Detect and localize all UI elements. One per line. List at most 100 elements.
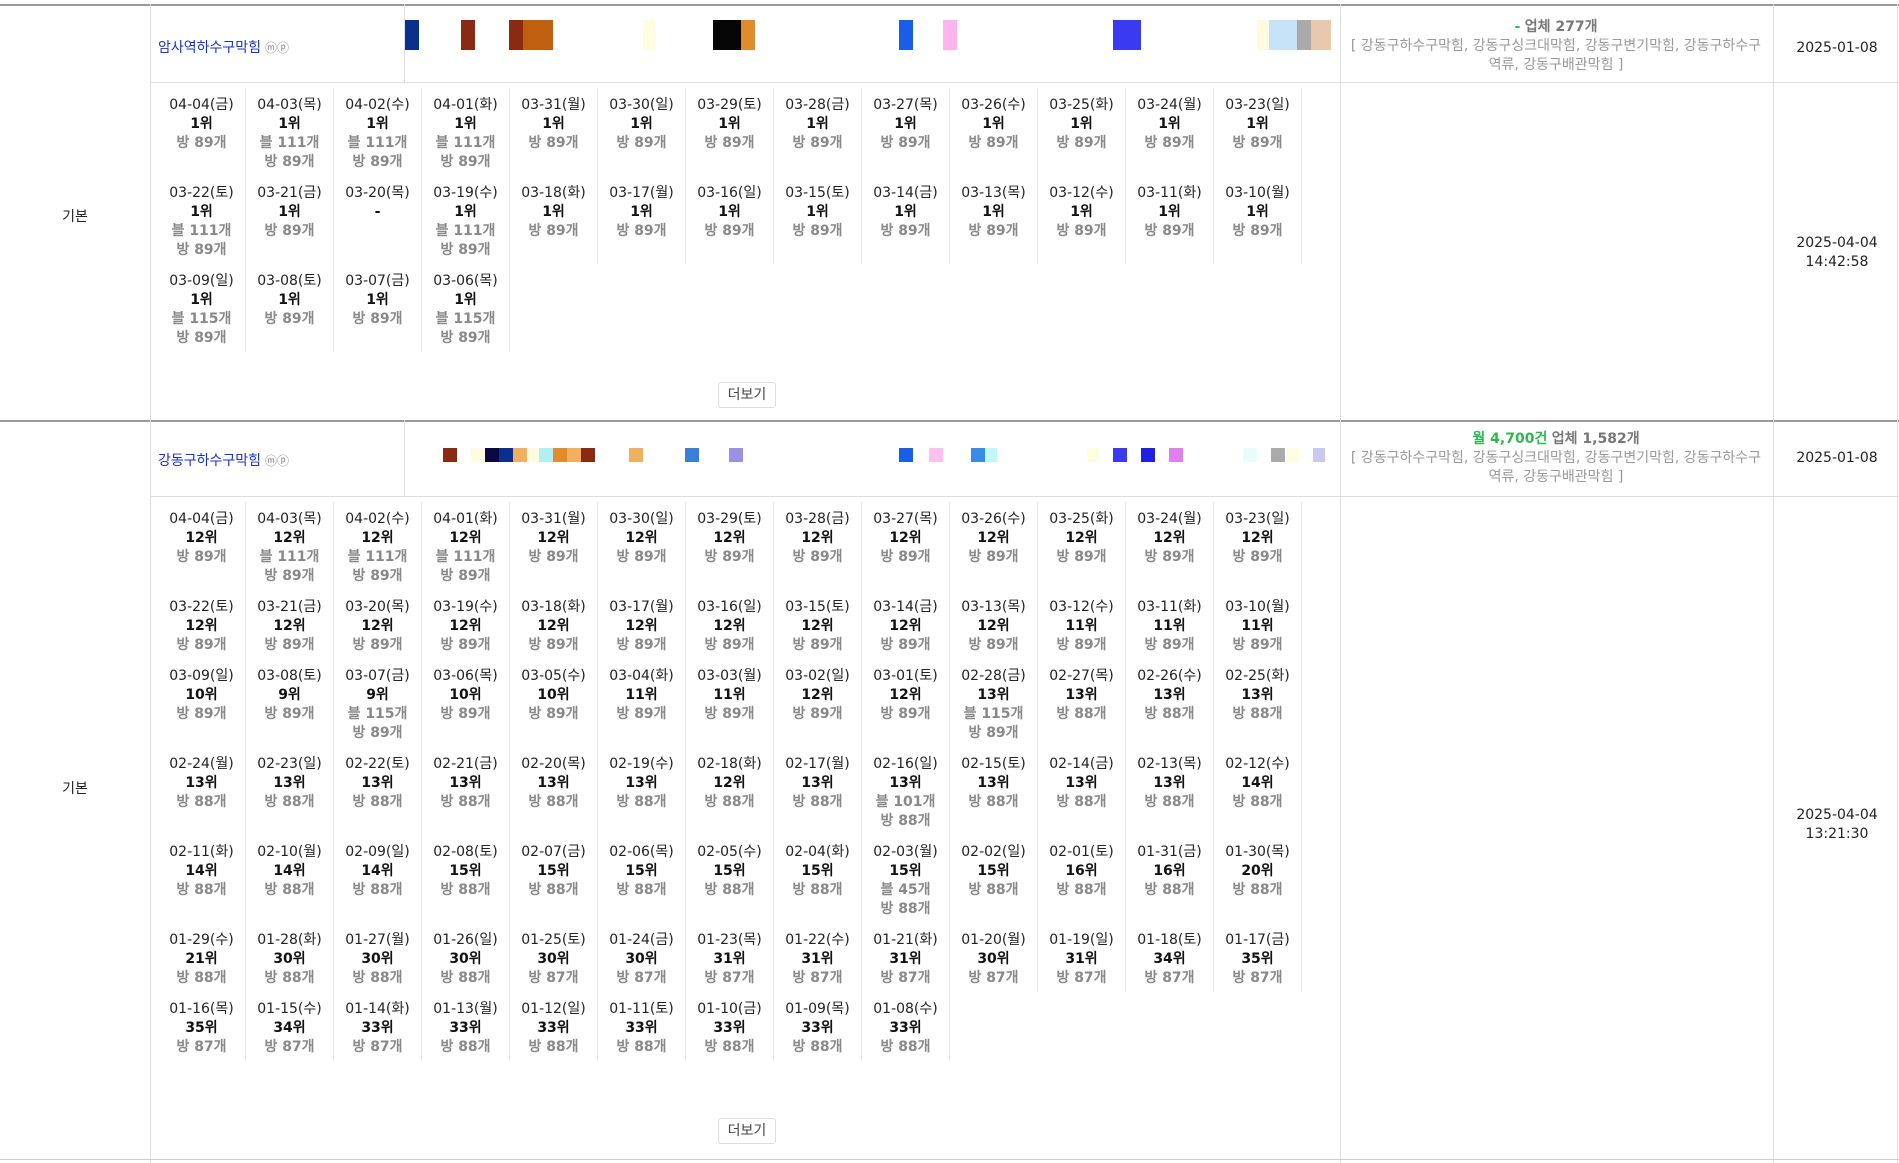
day-date: 03-12(수)	[1049, 599, 1114, 615]
day-rank-cell: 03-06(목) 1위 블 115개 방 89개	[422, 264, 510, 352]
day-stat: 방 88개	[616, 882, 667, 898]
day-rank: 12위	[1153, 530, 1186, 546]
day-rank-cell: 03-18(화) 12위 방 89개	[510, 590, 598, 659]
rank-color-strip	[405, 448, 1335, 464]
day-date: 02-01(토)	[1049, 844, 1114, 860]
day-date: 02-05(수)	[697, 844, 762, 860]
keyword-text[interactable]: 강동구하수구막힘	[158, 453, 261, 469]
day-rank-cell: 02-05(수) 15위 방 88개	[686, 835, 774, 923]
day-rank: 11위	[1241, 618, 1274, 634]
day-rank: 12위	[1241, 530, 1274, 546]
day-date: 03-26(수)	[961, 511, 1026, 527]
day-stat: 방 89개	[528, 637, 579, 653]
day-rank: 13위	[1153, 687, 1186, 703]
rank-color-block	[1113, 20, 1141, 50]
keyword-link[interactable]: 강동구하수구막힘 ⓜⓟ	[158, 450, 289, 470]
day-rank: 21위	[185, 951, 218, 967]
keyword-summary: - 업체 277개 [ 강동구하수구막힘, 강동구싱크대막힘, 강동구변기막힘,…	[1346, 18, 1766, 75]
day-date: 02-16(일)	[873, 756, 938, 772]
keyword-section: 기본 암사역하수구막힘 ⓜⓟ - 업체 277개 [ 강동구하수구막힘, 강동구싱…	[0, 4, 1899, 424]
day-rank: 30위	[537, 951, 570, 967]
day-date: 02-21(금)	[433, 756, 498, 772]
day-stat: 블 115개	[435, 311, 496, 327]
day-stat: 방 88개	[616, 794, 667, 810]
day-stat: 방 88개	[1056, 882, 1107, 898]
day-stat: 방 88개	[1232, 794, 1283, 810]
rank-color-block	[899, 448, 913, 462]
day-stat: 방 88개	[968, 882, 1019, 898]
day-date: 03-04(화)	[609, 668, 674, 684]
day-rank-cell: 02-04(화) 15위 방 88개	[774, 835, 862, 923]
more-button[interactable]: 더보기	[718, 382, 776, 408]
day-rank: 31위	[1065, 951, 1098, 967]
day-rank-cell: 03-24(월) 12위 방 89개	[1126, 502, 1214, 590]
day-rank-cell: 03-30(일) 1위 방 89개	[598, 88, 686, 176]
day-stat: 방 89개	[616, 223, 667, 239]
day-stat: 방 89개	[352, 154, 403, 170]
rank-color-block	[405, 20, 419, 50]
day-date: 01-16(목)	[169, 1001, 234, 1017]
day-rank: 12위	[889, 530, 922, 546]
day-stat: 방 89개	[1232, 637, 1283, 653]
rank-color-block	[553, 448, 567, 462]
day-rank-cell: 03-12(수) 1위 방 89개	[1038, 176, 1126, 264]
day-stat: 방 88개	[176, 794, 227, 810]
day-rank-cell: 04-04(금) 1위 방 89개	[158, 88, 246, 176]
day-stat: 방 88개	[264, 794, 315, 810]
day-rank: 12위	[713, 775, 746, 791]
day-rank: 13위	[449, 775, 482, 791]
day-rank: 9위	[278, 687, 301, 703]
day-rank-cell: 03-29(토) 1위 방 89개	[686, 88, 774, 176]
keyword-text[interactable]: 암사역하수구막힘	[158, 40, 261, 56]
day-rank-cell: 03-05(수) 10위 방 89개	[510, 659, 598, 747]
day-rank-cell: 03-11(화) 11위 방 89개	[1126, 590, 1214, 659]
day-stat: 방 89개	[264, 154, 315, 170]
company-count: 업체 1,582개	[1551, 431, 1640, 447]
rank-color-block	[1297, 20, 1311, 50]
day-rank: 12위	[361, 618, 394, 634]
more-button[interactable]: 더보기	[718, 1118, 776, 1144]
column-divider	[1773, 420, 1774, 1163]
day-stat: 방 89개	[264, 223, 315, 239]
keyword-link[interactable]: 암사역하수구막힘 ⓜⓟ	[158, 37, 289, 57]
day-date: 03-25(화)	[1049, 511, 1114, 527]
day-date: 03-24(월)	[1137, 97, 1202, 113]
day-date: 02-07(금)	[521, 844, 586, 860]
day-date: 03-21(금)	[257, 599, 322, 615]
day-date: 03-17(월)	[609, 599, 674, 615]
day-rank: 30위	[361, 951, 394, 967]
day-stat: 방 87개	[792, 970, 843, 986]
day-stat: 방 89개	[440, 154, 491, 170]
day-stat: 블 111개	[259, 549, 320, 565]
day-date: 03-31(월)	[521, 97, 586, 113]
day-rank-cell: 02-13(목) 13위 방 88개	[1126, 747, 1214, 835]
rank-color-block	[1311, 20, 1331, 50]
day-stat: 방 88개	[880, 1039, 931, 1055]
day-stat: 블 101개	[875, 794, 936, 810]
day-date: 03-23(일)	[1225, 97, 1290, 113]
day-stat: 블 111개	[435, 549, 496, 565]
day-stat: 방 89개	[1056, 135, 1107, 151]
day-rank-cell: 03-27(목) 1위 방 89개	[862, 88, 950, 176]
day-stat: 방 89개	[440, 242, 491, 258]
day-date: 04-01(화)	[433, 511, 498, 527]
day-date: 03-13(목)	[961, 185, 1026, 201]
day-stat: 방 89개	[792, 223, 843, 239]
column-divider	[1897, 420, 1898, 1163]
day-date: 02-24(월)	[169, 756, 234, 772]
day-date: 03-13(목)	[961, 599, 1026, 615]
day-rank-cell: 03-31(월) 1위 방 89개	[510, 88, 598, 176]
day-rank-cell: 02-28(금) 13위 블 115개 방 89개	[950, 659, 1038, 747]
day-rank: 12위	[361, 530, 394, 546]
day-rank-cell: 02-08(토) 15위 방 88개	[422, 835, 510, 923]
day-rank: 15위	[977, 863, 1010, 879]
day-rank: 1위	[1070, 116, 1093, 132]
day-stat: 방 89개	[176, 242, 227, 258]
day-stat: 방 89개	[264, 706, 315, 722]
day-date: 03-20(목)	[345, 185, 410, 201]
day-rank: 13위	[185, 775, 218, 791]
day-stat: 방 89개	[1232, 223, 1283, 239]
rank-color-block	[461, 20, 475, 50]
day-stat: 방 88개	[352, 882, 403, 898]
rank-color-block	[685, 448, 699, 462]
